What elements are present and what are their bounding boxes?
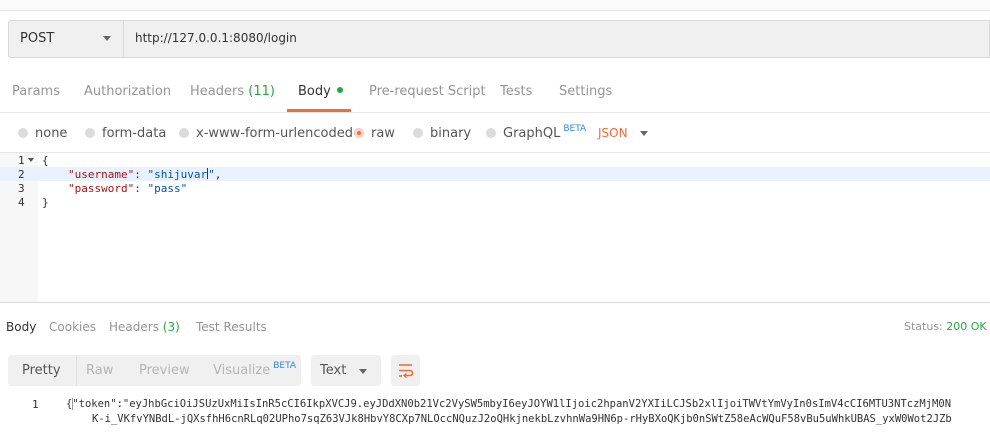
top-strip: [0, 0, 990, 11]
tab-body-label: Body: [298, 84, 331, 99]
tab-params-label: Params: [12, 84, 60, 99]
open-brace: {: [42, 154, 49, 167]
radio-binary-label: binary: [430, 126, 472, 141]
radio-raw-label: raw: [371, 126, 395, 141]
radio-circle-icon: [85, 128, 95, 138]
response-status: Status: 200 OK: [904, 320, 987, 333]
colon: :: [134, 182, 148, 195]
radio-none-label: none: [35, 126, 68, 141]
radio-circle-icon: [413, 128, 423, 138]
url-input[interactable]: http://127.0.0.1:8080/login: [135, 31, 297, 45]
line-number: 3: [18, 182, 25, 195]
tab-headers-label: Headers: [190, 84, 245, 99]
response-headers-count: (3): [162, 320, 180, 334]
response-format-select[interactable]: Text: [311, 355, 381, 386]
tab-pre-request-label: Pre-request Script: [369, 84, 486, 99]
comma: ,: [214, 168, 222, 181]
response-token-text: "token":"eyJhbGciOiJSUzUxMiIsInR5cCI6Ikp…: [72, 398, 952, 410]
json-key-username: "username": [68, 168, 135, 181]
json-value-password: "pass": [147, 182, 188, 195]
radio-raw[interactable]: raw: [354, 126, 395, 141]
visualize-label: Visualize: [213, 363, 271, 378]
tab-tests[interactable]: Tests: [500, 84, 532, 99]
response-line-1-wrapped: K-i_VKfvYNBdL-jQXsfhH6cnRLq02UPho7sqZ63V…: [92, 413, 952, 425]
response-line-1: {"token":"eyJhbGciOiJSUzUxMiIsInR5cCI6Ik…: [66, 398, 990, 410]
radio-form-data-label: form-data: [102, 126, 167, 141]
request-bar: POST http://127.0.0.1:8080/login: [8, 20, 990, 58]
tab-authorization-label: Authorization: [84, 84, 172, 99]
view-preview-button[interactable]: Preview: [139, 363, 190, 378]
fold-caret-icon[interactable]: [28, 158, 34, 162]
radio-urlencoded-label: x-www-form-urlencoded: [196, 126, 354, 141]
status-value: 200 OK: [946, 320, 987, 333]
response-line-number: 1: [32, 398, 39, 411]
headers-count: (11): [248, 84, 275, 99]
method-label: POST: [20, 31, 55, 46]
tab-tests-label: Tests: [500, 84, 533, 99]
chevron-down-icon[interactable]: [640, 131, 648, 136]
line-number: 2: [18, 168, 25, 181]
radio-urlencoded[interactable]: x-www-form-urlencoded: [179, 126, 353, 141]
request-tabs: Params Authorization Headers (11) Body P…: [0, 78, 990, 113]
json-key-password: "password": [68, 182, 135, 195]
wrap-lines-button[interactable]: [391, 355, 420, 386]
body-editor[interactable]: 1 2 3 4 { "username": "shijuvar", "passw…: [0, 152, 990, 303]
active-tab-underline: [287, 109, 351, 112]
response-format-label: Text: [320, 363, 347, 378]
tab-settings-label: Settings: [559, 84, 613, 99]
radio-circle-icon: [486, 128, 496, 138]
status-label: Status:: [904, 320, 943, 333]
body-mode-options: none form-data x-www-form-urlencoded raw…: [0, 120, 990, 148]
code-line-1: {: [42, 154, 49, 167]
line-number: 1: [18, 154, 25, 167]
visualize-beta-badge: BETA: [273, 361, 297, 371]
graphql-beta-badge: BETA: [563, 124, 587, 134]
radio-binary[interactable]: binary: [413, 126, 471, 141]
modified-dot-icon: [336, 87, 343, 93]
view-pretty-button[interactable]: Pretty: [22, 363, 61, 378]
radio-graphql-label: GraphQL: [503, 126, 561, 141]
radio-none[interactable]: none: [18, 126, 67, 141]
code-line-2: "username": "shijuvar",: [68, 168, 221, 181]
response-tab-headers[interactable]: Headers (3): [109, 320, 180, 334]
tab-settings[interactable]: Settings: [559, 84, 612, 99]
view-divider: [76, 355, 77, 386]
view-raw-button[interactable]: Raw: [86, 363, 113, 378]
chevron-down-icon: [359, 369, 367, 374]
radio-circle-icon: [18, 128, 28, 138]
tab-pre-request-script[interactable]: Pre-request Script: [369, 84, 486, 99]
radio-graphql[interactable]: GraphQL BETA: [486, 124, 587, 141]
response-tab-cookies[interactable]: Cookies: [49, 320, 96, 334]
view-mode-bar: Pretty Raw Preview Visualize BETA: [8, 355, 301, 386]
radio-circle-icon: [179, 128, 189, 138]
json-value-quote: ": [208, 168, 215, 181]
response-tabs: Body Cookies Headers (3) Test Results St…: [0, 312, 990, 342]
colon: :: [134, 168, 148, 181]
format-select[interactable]: JSON: [598, 126, 628, 140]
tab-headers[interactable]: Headers (11): [190, 84, 275, 99]
code-line-4: }: [42, 196, 49, 209]
response-headers-label: Headers: [109, 320, 159, 334]
view-visualize-button[interactable]: Visualize BETA: [213, 361, 297, 378]
response-tab-test-results[interactable]: Test Results: [196, 320, 267, 334]
close-brace: }: [42, 196, 49, 209]
tab-params[interactable]: Params: [12, 84, 60, 99]
chevron-down-icon: [103, 36, 111, 41]
tab-authorization[interactable]: Authorization: [84, 84, 171, 99]
method-select[interactable]: POST: [9, 21, 124, 57]
line-number: 4: [18, 196, 25, 209]
code-line-3: "password": "pass": [68, 182, 187, 195]
json-value-username: "shijuvar: [147, 168, 208, 181]
wrap-lines-icon: [399, 364, 414, 379]
pane-divider[interactable]: [0, 302, 990, 303]
response-tab-body[interactable]: Body: [6, 320, 36, 334]
radio-form-data[interactable]: form-data: [85, 126, 166, 141]
tab-body[interactable]: Body: [298, 84, 343, 99]
radio-selected-icon: [354, 128, 364, 138]
